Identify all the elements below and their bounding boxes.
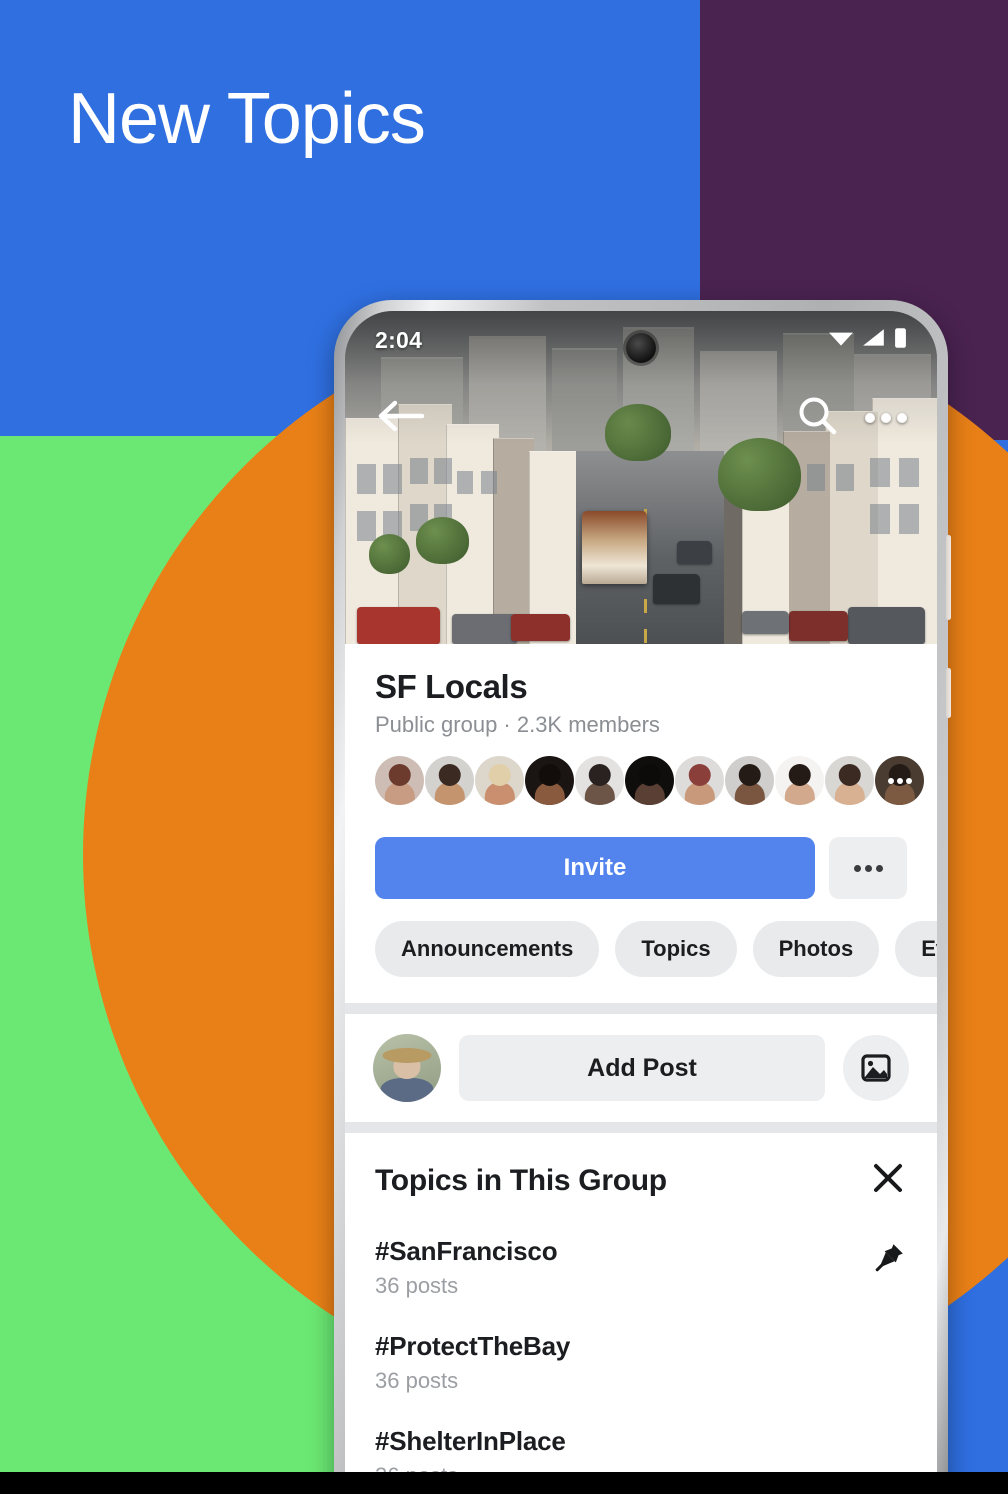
- overflow-dots-icon[interactable]: [865, 413, 907, 423]
- group-subtitle: Public group · 2.3K members: [375, 712, 660, 737]
- tab-chip-events[interactable]: Events: [895, 921, 937, 977]
- topics-panel-header: Topics in This Group: [375, 1159, 907, 1202]
- cover-nav-actions: [795, 394, 907, 443]
- cover-navigation: [345, 383, 937, 453]
- group-tab-chips[interactable]: Announcements Topics Photos Events: [345, 899, 937, 1003]
- topic-tag: #SanFrancisco: [375, 1236, 558, 1266]
- topics-panel-title: Topics in This Group: [375, 1163, 667, 1197]
- topic-post-count: 36 posts: [375, 1273, 459, 1298]
- bottom-black-bar: [0, 1472, 1008, 1494]
- list-item[interactable]: #SanFrancisco 36 posts: [375, 1236, 907, 1299]
- add-post-button[interactable]: Add Post: [459, 1035, 825, 1101]
- group-action-row: Invite: [345, 815, 937, 899]
- close-icon[interactable]: [869, 1159, 907, 1202]
- status-icons: [828, 327, 907, 354]
- topic-tag: #ProtectTheBay: [375, 1331, 571, 1361]
- avatar[interactable]: [625, 756, 674, 805]
- section-divider: [345, 1003, 937, 1014]
- tab-chip-announcements[interactable]: Announcements: [375, 921, 600, 977]
- group-info-section: SF Locals Public group · 2.3K members: [345, 644, 937, 815]
- avatar[interactable]: [373, 1034, 441, 1102]
- avatar[interactable]: [425, 756, 474, 805]
- photo-icon[interactable]: [843, 1035, 909, 1101]
- battery-icon: [894, 327, 907, 354]
- cell-signal-icon: [862, 328, 886, 353]
- topic-tag: #ShelterInPlace: [375, 1426, 566, 1456]
- avatar[interactable]: [775, 756, 824, 805]
- topics-panel: Topics in This Group #SanFrancisco 36 pos…: [345, 1133, 937, 1489]
- wifi-icon: [828, 328, 854, 353]
- section-divider: [345, 1122, 937, 1133]
- avatar[interactable]: [875, 756, 924, 805]
- group-more-button[interactable]: [829, 837, 907, 899]
- avatar[interactable]: [475, 756, 524, 805]
- group-cover-photo[interactable]: 2:04: [345, 311, 937, 644]
- avatar[interactable]: [375, 756, 424, 805]
- promo-canvas: New Topics 2:04 SF Locals Public group ·…: [0, 0, 1008, 1494]
- topics-list: #SanFrancisco 36 posts #ProtectTheBay 36 po…: [375, 1236, 907, 1489]
- topic-text: #SanFrancisco 36 posts: [375, 1236, 558, 1299]
- topic-post-count: 36 posts: [375, 1368, 459, 1393]
- back-arrow-icon[interactable]: [375, 396, 425, 441]
- avatar[interactable]: [525, 756, 574, 805]
- tab-chip-topics[interactable]: Topics: [615, 921, 737, 977]
- topic-text: #ProtectTheBay 36 posts: [375, 1331, 570, 1394]
- more-members-icon: [887, 777, 912, 784]
- post-composer: Add Post: [345, 1014, 937, 1122]
- tab-chip-photos[interactable]: Photos: [752, 921, 880, 977]
- avatar[interactable]: [725, 756, 774, 805]
- phone-power-button[interactable]: [946, 668, 951, 718]
- avatar[interactable]: [825, 756, 874, 805]
- member-avatar-row[interactable]: [375, 756, 924, 805]
- group-name: SF Locals: [375, 668, 528, 705]
- promo-headline: New Topics: [68, 79, 426, 159]
- avatar[interactable]: [675, 756, 724, 805]
- front-camera-punch-hole: [626, 333, 656, 363]
- phone-mockup: 2:04 SF Locals Public group · 2.3K membe…: [334, 300, 951, 1494]
- status-time: 2:04: [375, 326, 423, 353]
- invite-button[interactable]: Invite: [375, 837, 815, 899]
- avatar[interactable]: [575, 756, 624, 805]
- phone-screen: 2:04 SF Locals Public group · 2.3K membe…: [345, 311, 937, 1494]
- pin-icon[interactable]: [871, 1240, 907, 1281]
- search-icon[interactable]: [795, 394, 839, 443]
- phone-volume-button[interactable]: [946, 535, 951, 620]
- list-item[interactable]: #ProtectTheBay 36 posts: [375, 1331, 907, 1394]
